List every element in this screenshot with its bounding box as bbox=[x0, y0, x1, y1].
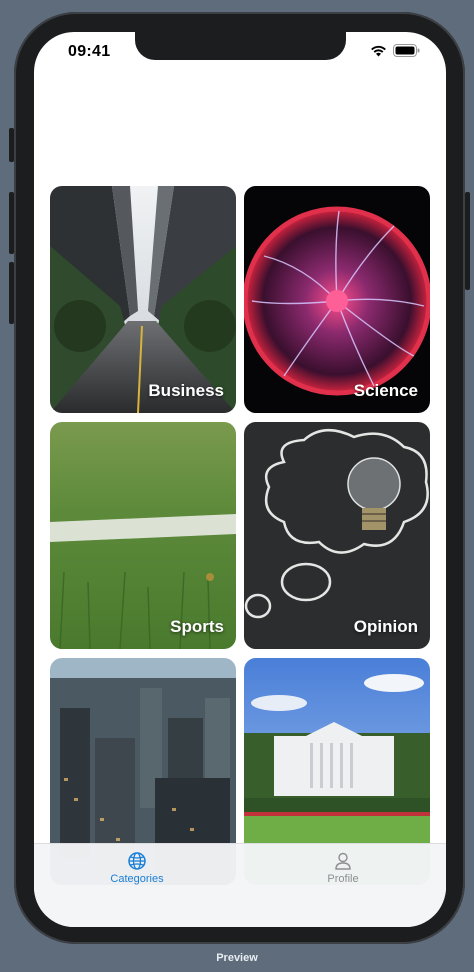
person-icon bbox=[335, 852, 351, 870]
category-card-opinion[interactable]: Opinion bbox=[244, 422, 430, 649]
wifi-icon bbox=[371, 45, 386, 56]
category-label: Opinion bbox=[353, 617, 418, 636]
category-label: Sports bbox=[170, 617, 224, 636]
chalkboard-lightbulb-image bbox=[244, 422, 430, 649]
tab-categories[interactable]: Categories bbox=[34, 852, 240, 885]
status-icons bbox=[370, 44, 420, 57]
category-label: Science bbox=[353, 381, 418, 400]
tab-bar: Categories Profile bbox=[34, 843, 446, 927]
city-street-image bbox=[50, 186, 236, 413]
grass-field-image bbox=[50, 422, 236, 649]
tab-label: Categories bbox=[110, 873, 164, 885]
tab-label: Profile bbox=[327, 873, 359, 885]
category-card-sports[interactable]: Sports bbox=[50, 422, 236, 649]
status-time: 09:41 bbox=[68, 43, 111, 60]
globe-icon bbox=[128, 852, 146, 870]
category-card-science[interactable]: Science bbox=[244, 186, 430, 413]
category-label: Business bbox=[148, 381, 224, 400]
battery-icon bbox=[393, 44, 420, 57]
phone-screen: 09:41 Business Science Sports Opinion Ca… bbox=[34, 32, 446, 927]
notch bbox=[135, 32, 346, 60]
category-card-business[interactable]: Business bbox=[50, 186, 236, 413]
preview-label: Preview bbox=[216, 952, 258, 964]
tab-profile[interactable]: Profile bbox=[240, 852, 446, 885]
plasma-ball-image bbox=[244, 186, 430, 413]
power-button bbox=[465, 192, 470, 290]
